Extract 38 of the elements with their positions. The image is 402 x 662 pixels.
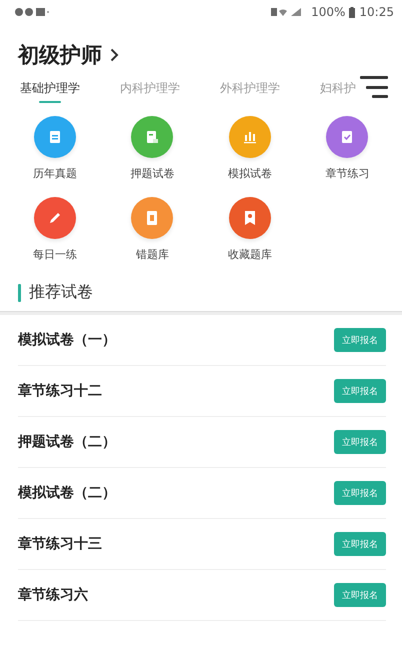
- signup-button[interactable]: 立即报名: [334, 532, 386, 556]
- signup-button[interactable]: 立即报名: [334, 328, 386, 352]
- section-title: 推荐试卷: [29, 282, 93, 303]
- paper-title: 章节练习十二: [18, 382, 102, 400]
- notification-icons: [14, 7, 52, 17]
- clock: 10:25: [359, 5, 394, 19]
- shortcut-label[interactable]: 模拟试卷: [228, 166, 272, 181]
- paper-title: 章节练习六: [18, 586, 88, 604]
- bookmark-icon[interactable]: [228, 197, 271, 239]
- chevron-right-icon[interactable]: [110, 48, 119, 62]
- pencil-icon[interactable]: [34, 197, 76, 239]
- section-marker: [18, 284, 21, 302]
- shortcut-label[interactable]: 收藏题库: [228, 247, 272, 262]
- category-tab[interactable]: 外科护理学: [220, 80, 280, 103]
- page-title: 初级护师: [18, 42, 102, 69]
- battery-level: 100%: [311, 5, 346, 19]
- paper-title: 模拟试卷（二）: [18, 484, 116, 502]
- document-icon[interactable]: [131, 116, 174, 158]
- signup-button[interactable]: 立即报名: [334, 430, 386, 454]
- category-tab[interactable]: 内科护理学: [120, 80, 180, 103]
- signup-button[interactable]: 立即报名: [334, 481, 386, 505]
- shortcut-label[interactable]: 错题库: [136, 247, 169, 262]
- paper-title: 章节练习十三: [18, 535, 102, 553]
- category-tab[interactable]: 妇科护: [320, 80, 356, 103]
- shortcut-label[interactable]: 每日一练: [32, 247, 77, 262]
- shortcut-label[interactable]: 历年真题: [32, 166, 77, 181]
- battery-icon: [349, 6, 356, 18]
- shortcut-label[interactable]: 章节练习: [325, 166, 370, 181]
- shortcut-label[interactable]: 押题试卷: [130, 166, 174, 181]
- paper-title: 押题试卷（二）: [18, 433, 116, 451]
- signup-button[interactable]: 立即报名: [334, 583, 386, 607]
- book-icon[interactable]: [131, 197, 174, 239]
- paper-title: 模拟试卷（一）: [18, 331, 116, 349]
- calendar-icon[interactable]: [34, 116, 76, 158]
- bar-chart-icon[interactable]: [228, 116, 271, 158]
- checklist-icon[interactable]: [326, 116, 368, 158]
- category-tab[interactable]: 基础护理学: [20, 80, 80, 103]
- signup-button[interactable]: 立即报名: [334, 379, 386, 403]
